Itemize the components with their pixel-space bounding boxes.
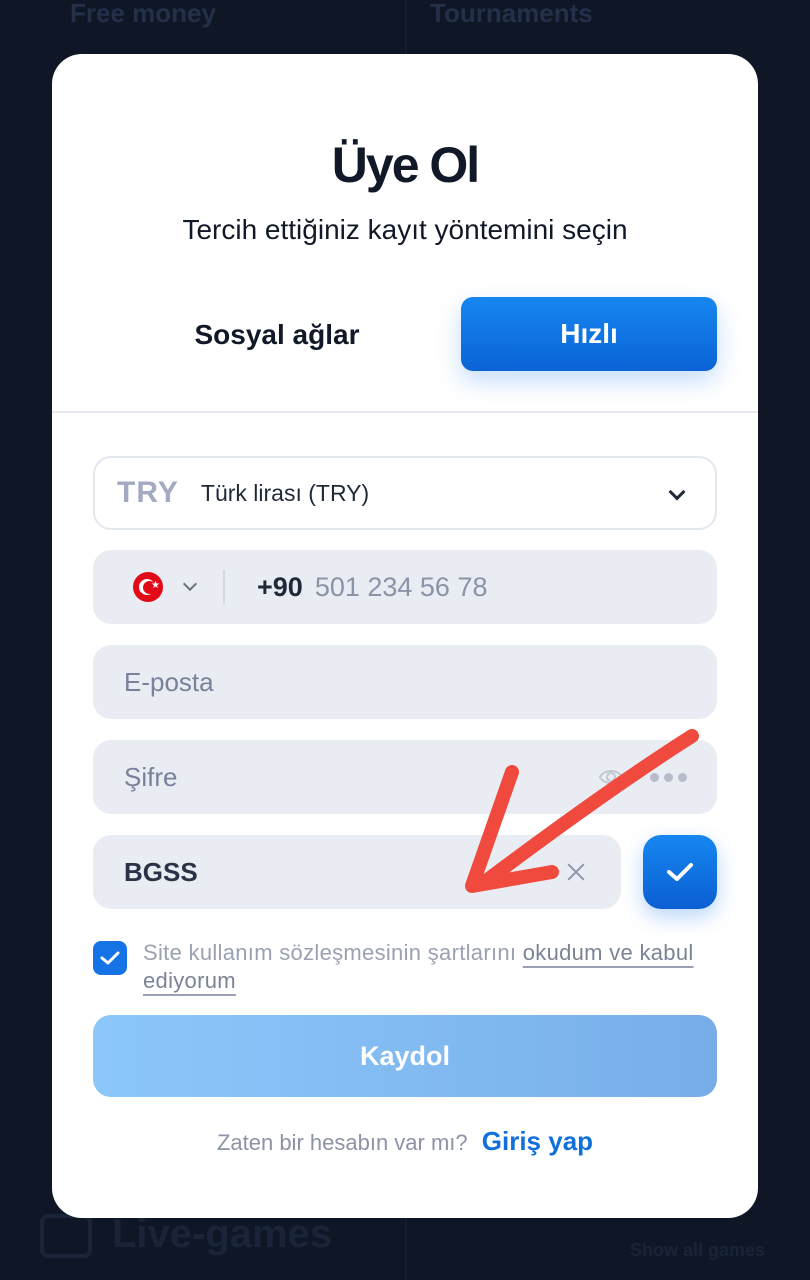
- modal-title: Üye Ol: [331, 137, 480, 193]
- background-show-all: Show all games: [630, 1240, 766, 1260]
- login-row: Zaten bir hesabın var mı? Giriş yap: [52, 1126, 758, 1157]
- terms-text: Site kullanım sözleşmesinin şartlarını o…: [143, 939, 717, 995]
- registration-modal: Üye Ol Tercih ettiğiniz kayıt yöntemini …: [52, 54, 758, 1218]
- modal-subtitle: Tercih ettiğiniz kayıt yöntemini seçin: [182, 214, 628, 245]
- password-input[interactable]: [124, 761, 544, 793]
- promo-apply-button[interactable]: [643, 835, 717, 909]
- login-link[interactable]: Giriş yap: [482, 1126, 593, 1156]
- terms-label: Site kullanım sözleşmesinin şartlarını: [143, 940, 523, 965]
- login-question: Zaten bir hesabın var mı?: [216, 1130, 468, 1155]
- currency-code: TRY: [117, 476, 179, 509]
- background-free-money: Free money: [70, 0, 216, 28]
- chevron-down-icon: [668, 483, 686, 501]
- background-live-games: Live-games: [112, 1212, 333, 1256]
- phone-separator: [223, 570, 225, 604]
- check-icon: [667, 863, 693, 881]
- background-tournaments: Tournaments: [430, 0, 593, 28]
- tab-social-networks[interactable]: Sosyal ağlar: [152, 298, 402, 372]
- tabs-divider: [52, 411, 758, 413]
- country-chevron-down-icon[interactable]: [182, 576, 198, 592]
- email-input[interactable]: [124, 666, 544, 698]
- tab-quick[interactable]: Hızlı: [461, 297, 717, 371]
- eye-icon[interactable]: [598, 766, 624, 793]
- phone-field: ★ +90: [93, 550, 717, 624]
- phone-input[interactable]: [314, 571, 615, 603]
- password-generate-icon[interactable]: [650, 773, 687, 782]
- password-field: [93, 740, 717, 814]
- currency-select[interactable]: TRY Türk lirası (TRY): [93, 456, 717, 530]
- terms-checkbox[interactable]: [93, 941, 127, 975]
- email-field: [93, 645, 717, 719]
- phone-country-code: +90: [257, 571, 303, 602]
- turkey-flag-icon[interactable]: ★: [133, 572, 163, 602]
- close-icon[interactable]: [565, 861, 587, 883]
- register-button[interactable]: Kaydol: [93, 1015, 717, 1097]
- currency-name: Türk lirası (TRY): [200, 479, 370, 506]
- promo-code-input[interactable]: [124, 856, 544, 888]
- promo-code-field: [93, 835, 621, 909]
- background-live-games-icon: [40, 1214, 92, 1258]
- check-icon: [100, 951, 120, 965]
- terms-row: Site kullanım sözleşmesinin şartlarını o…: [93, 939, 717, 995]
